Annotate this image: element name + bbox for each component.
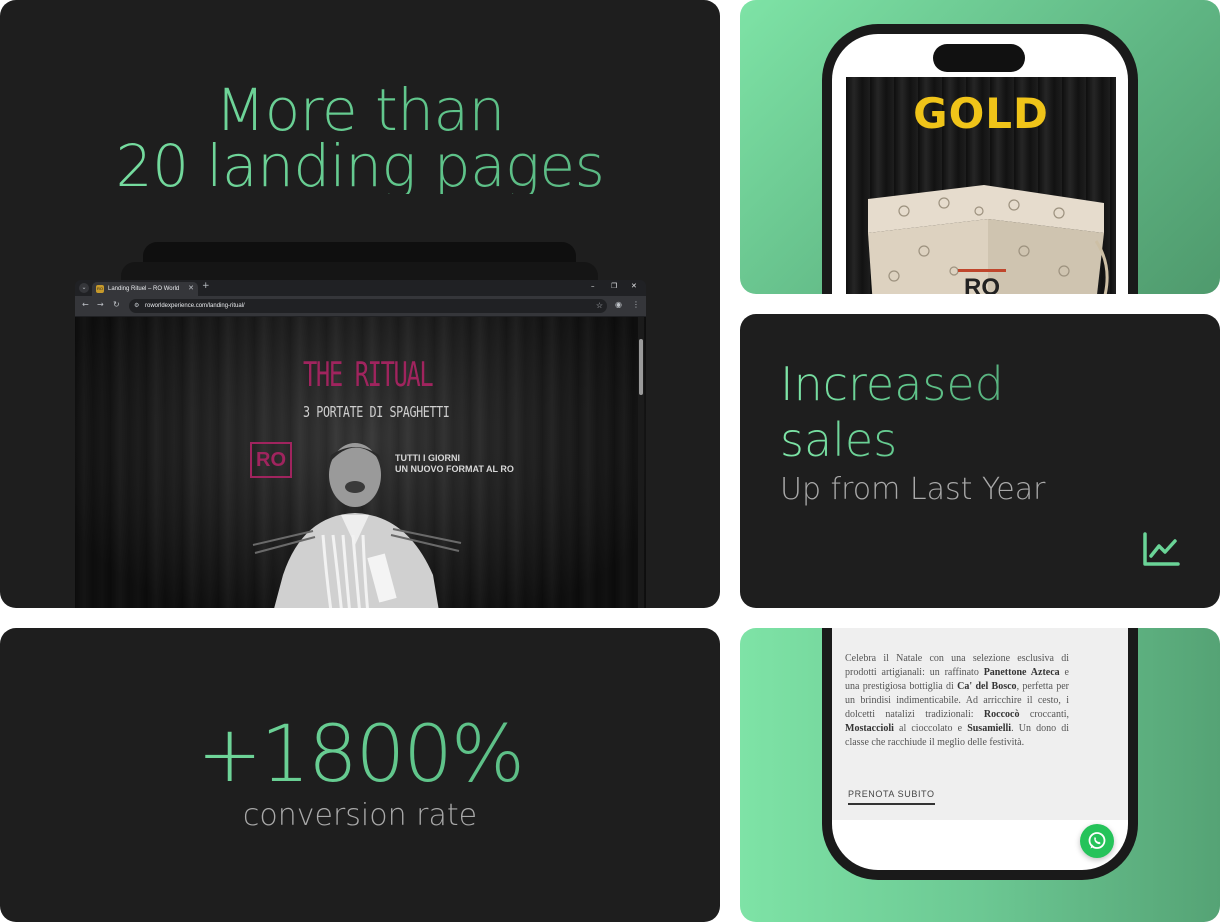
url-text: roworldexperience.com/landing-ritual/ xyxy=(145,303,245,309)
new-tab-icon[interactable]: + xyxy=(202,281,210,291)
sales-subtitle: Up from Last Year xyxy=(780,472,1046,507)
christmas-description: Celebra il Natale con una selezione escl… xyxy=(845,653,1070,748)
phone-frame: GOLD RO xyxy=(822,24,1138,294)
scrollbar-thumb[interactable] xyxy=(639,339,643,395)
profile-icon[interactable]: ◉ xyxy=(615,300,622,309)
ritual-subtitle: 3 PORTATE DI SPAGHETTI xyxy=(303,403,450,421)
page-viewport: THE RITUAL 3 PORTATE DI SPAGHETTI RO TUT… xyxy=(75,317,646,608)
dynamic-island xyxy=(933,44,1025,72)
favicon-icon: RO xyxy=(96,285,104,293)
conversion-card: +1800% conversion rate xyxy=(0,628,720,922)
restore-icon[interactable]: ❐ xyxy=(611,282,617,290)
address-toolbar: ← → ↻ ⚙ roworldexperience.com/landing-ri… xyxy=(75,296,646,316)
close-window-icon[interactable]: ✕ xyxy=(631,282,637,290)
browser-menu-icon[interactable]: ⋮ xyxy=(632,300,640,309)
man-with-spaghetti-photo xyxy=(252,443,462,608)
ritual-title: THE RITUAL xyxy=(303,355,434,395)
product-panettone: Panettone Azteca xyxy=(983,667,1060,678)
gold-title: GOLD xyxy=(913,89,1049,138)
browser-window: ⌄ RO Landing Rituel – RO World ✕ + – ❐ ✕… xyxy=(75,280,646,608)
conversion-value: +1800% xyxy=(0,710,720,800)
landing-headline: More than 20 landing pages xyxy=(0,82,720,194)
headline-line-1: More than xyxy=(215,76,505,144)
forward-arrow-icon[interactable]: → xyxy=(97,300,104,309)
sales-title-line-1: Increased xyxy=(780,357,1004,411)
landing-pages-card: More than 20 landing pages ⌄ RO Landing … xyxy=(0,0,720,608)
site-settings-icon[interactable]: ⚙ xyxy=(134,299,139,313)
headline-line-2: 20 landing pages xyxy=(115,132,605,200)
sales-title: Increased sales xyxy=(780,356,1004,468)
back-arrow-icon[interactable]: ← xyxy=(82,300,89,309)
browser-tabbar: ⌄ RO Landing Rituel – RO World ✕ + – ❐ ✕ xyxy=(75,280,646,296)
browser-tab[interactable]: RO Landing Rituel – RO World ✕ xyxy=(92,282,198,296)
prenota-subito-link[interactable]: PRENOTA SUBITO xyxy=(848,789,935,805)
product-susamielli: Susamielli xyxy=(967,723,1012,734)
product-ca-del-bosco: Ca' del Bosco xyxy=(957,681,1017,692)
product-roccoco: Roccocò xyxy=(983,709,1020,720)
url-field[interactable]: ⚙ roworldexperience.com/landing-ritual/ … xyxy=(129,299,607,313)
tab-search-icon[interactable]: ⌄ xyxy=(79,283,89,293)
tab-title: Landing Rituel – RO World xyxy=(108,286,180,292)
product-mostaccioli: Mostaccioli xyxy=(845,723,894,734)
close-tab-icon[interactable]: ✕ xyxy=(188,282,194,296)
bookmark-star-icon[interactable]: ☆ xyxy=(596,299,603,313)
reload-icon[interactable]: ↻ xyxy=(113,300,120,309)
gold-phone-card: GOLD RO xyxy=(740,0,1220,294)
christmas-phone-card: Celebra il Natale con una selezione escl… xyxy=(740,628,1220,922)
gold-promo-image: GOLD RO xyxy=(846,77,1116,294)
trending-chart-icon xyxy=(1143,532,1180,566)
minimize-icon[interactable]: – xyxy=(591,282,595,290)
whatsapp-icon xyxy=(1088,832,1106,849)
increased-sales-card: Increased sales Up from Last Year xyxy=(740,314,1220,608)
conversion-label: conversion rate xyxy=(242,798,478,833)
phone-screen: GOLD RO xyxy=(832,34,1128,294)
whatsapp-button[interactable] xyxy=(1080,824,1114,858)
sales-title-line-2: sales xyxy=(780,413,898,467)
box-ro-logo: RO xyxy=(958,269,1006,294)
